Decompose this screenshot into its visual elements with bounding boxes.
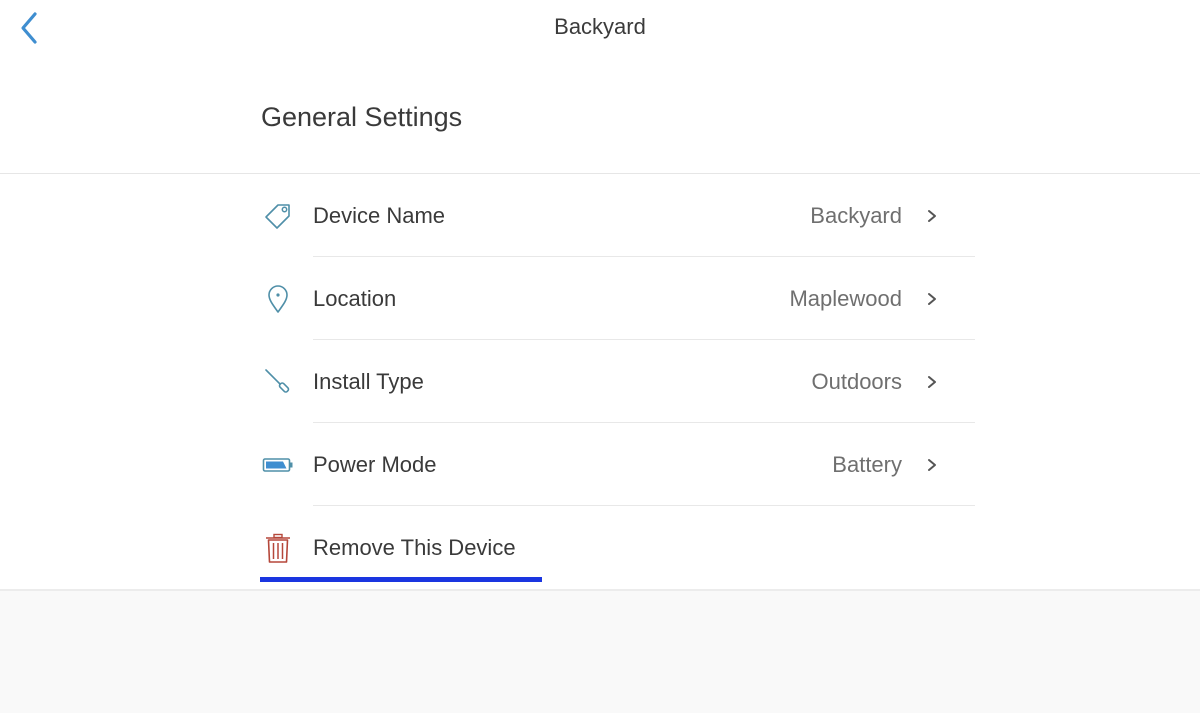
section-title: General Settings: [261, 102, 463, 132]
battery-icon: [262, 449, 294, 481]
setting-row-power-mode[interactable]: Power Mode Battery: [258, 423, 975, 506]
setting-row-location[interactable]: Location Maplewood: [258, 257, 975, 340]
setting-value: Backyard: [810, 202, 902, 228]
setting-value: Maplewood: [789, 285, 902, 311]
trash-icon: [262, 532, 294, 564]
setting-label: Device Name: [313, 202, 446, 228]
page-title: Backyard: [554, 14, 646, 39]
chevron-right-icon: [925, 375, 939, 389]
map-pin-icon: [262, 283, 294, 315]
remove-device-label: Remove This Device: [313, 534, 516, 560]
chevron-right-icon: [925, 209, 939, 223]
setting-value: Outdoors: [811, 368, 903, 394]
setting-row-install-type[interactable]: Install Type Outdoors: [258, 340, 975, 423]
chevron-right-icon: [925, 458, 939, 472]
screwdriver-icon: [262, 366, 294, 398]
setting-row-device-name[interactable]: Device Name Backyard: [258, 174, 975, 257]
settings-panel: Backyard General Settings Device Name Ba…: [0, 0, 1200, 591]
setting-label: Install Type: [313, 368, 424, 394]
highlight-underline: [260, 577, 542, 582]
empty-area: [0, 591, 1200, 713]
setting-label: Power Mode: [313, 451, 437, 477]
setting-value: Battery: [832, 451, 902, 477]
tag-icon: [262, 200, 294, 232]
setting-label: Location: [313, 285, 397, 311]
chevron-right-icon: [925, 292, 939, 306]
